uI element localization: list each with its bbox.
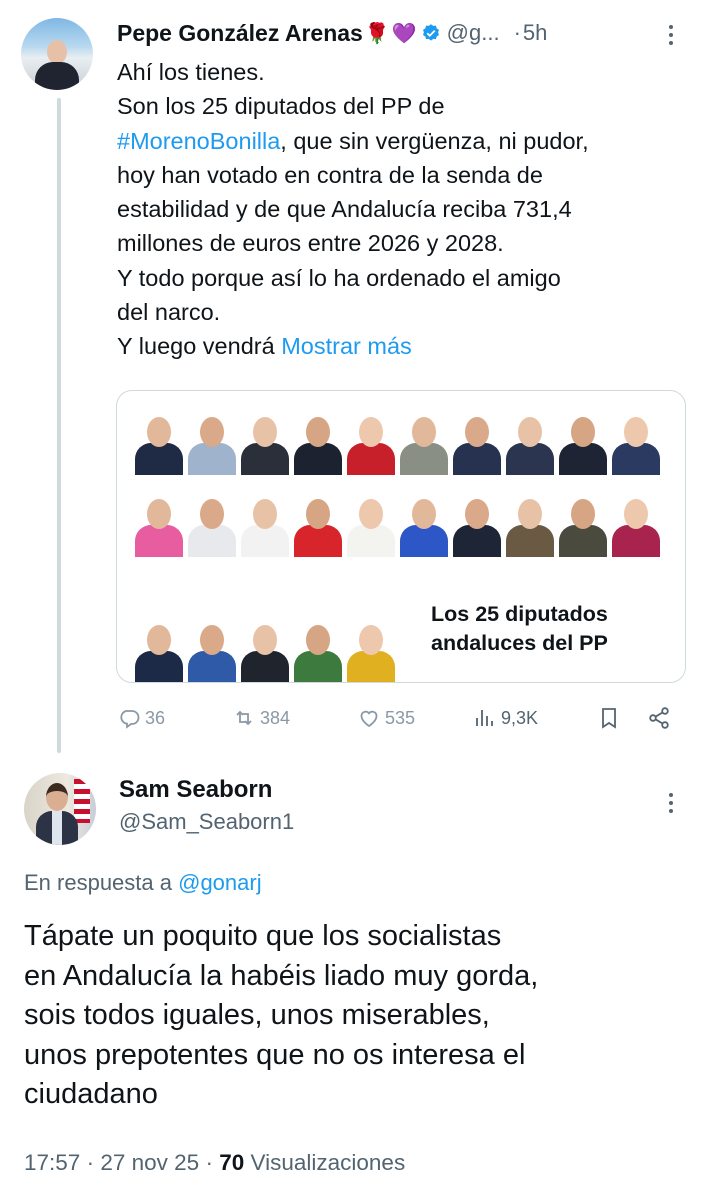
reply-text: Tápate un poquito que los socialistas en… [24,917,694,1115]
portrait-thumbnail [504,493,556,557]
portrait-thumbnail [557,493,609,557]
separator-dot: · [513,20,521,45]
tweet-text-line: hoy han votado en contra de la senda de [117,161,543,188]
tweet-text-fragment: Y luego vendrá [117,333,282,360]
reply-to-handle-link[interactable]: @gonarj [178,870,262,895]
reply-date[interactable]: 27 nov 25 [100,1150,199,1175]
heart-icon [360,710,378,728]
reply-text-line: Tápate un poquito que los socialistas [24,920,502,952]
more-options-icon[interactable] [664,790,678,816]
views-label: Visualizaciones [250,1150,406,1175]
portrait-thumbnail [504,411,556,475]
share-button[interactable] [647,703,671,733]
like-button[interactable]: 535 [357,703,415,733]
reply-author-name[interactable]: Sam Seaborn [119,776,272,804]
tweet-text-line: millones de euros entre 2026 y 2028. [117,230,504,257]
tweet-text-line: Son los 25 diputados del PP de [117,93,445,120]
tweet-text-line: Y todo porque así lo ha ordenado el amig… [117,264,561,291]
reply-text-line: sois todos iguales, unos miserables, [24,999,490,1031]
views-number: 70 [219,1150,245,1175]
tweet-text-line: Ahí los tienes. [117,59,265,85]
portrait-thumbnail [186,493,238,557]
reply-prefix: En respuesta a [24,870,179,895]
tweet-time[interactable]: 5h [523,20,547,46]
portrait-thumbnail [239,619,291,682]
separator-dot: · [86,1150,95,1175]
portrait-thumbnail [398,411,450,475]
portrait-thumbnail [451,493,503,557]
portrait-thumbnail [292,619,344,682]
tweet-text-line: #MorenoBonilla, que sin vergüenza, ni pu… [117,124,692,158]
tweet-header: Pepe González Arenas 🌹 💜 @g... · 5h [117,19,547,47]
card-title: Los 25 diputados andaluces del PP [431,600,608,658]
tweet-actions: 36 384 535 9,3K [117,703,677,733]
like-count: 535 [385,707,416,728]
reply-button[interactable]: 36 [117,703,165,733]
card-title-line: andaluces del PP [431,631,608,655]
portrait-thumbnail [133,493,185,557]
portrait-thumbnail [345,411,397,475]
tweet-text-fragment: , que sin vergüenza, ni pudor, [280,127,589,154]
hashtag-link[interactable]: #MorenoBonilla [117,128,280,154]
portrait-thumbnail [133,619,185,682]
portrait-thumbnail [239,493,291,557]
portrait-thumbnail [451,411,503,475]
share-icon [649,707,669,729]
thread-connector-line [57,98,61,753]
tweet-text-line: Y luego vendrá Mostrar más [117,329,692,363]
reply-text-line: en Andalucía la habéis liado muy gorda, [24,959,539,992]
portrait-thumbnail [557,411,609,475]
show-more-link[interactable]: Mostrar más [281,333,412,359]
portrait-thumbnail [239,411,291,475]
bookmark-button[interactable] [597,703,621,733]
card-title-line: Los 25 diputados [431,602,608,626]
rose-emoji: 🌹 [364,22,390,45]
purple-heart-emoji: 💜 [391,22,417,45]
bookmark-icon [602,708,616,729]
portrait-thumbnail [292,493,344,557]
reply-icon [120,710,140,729]
reply-author-avatar[interactable] [24,773,96,845]
portrait-thumbnail [186,411,238,475]
views-button[interactable]: 9,3K [473,703,538,733]
reply-time[interactable]: 17:57 [24,1150,80,1175]
repost-button[interactable]: 384 [232,703,290,733]
reply-count: 36 [145,707,166,728]
tweet-text: Ahí los tienes. Son los 25 diputados del… [117,55,692,364]
portrait-thumbnail [345,619,397,682]
reply-meta: 17:57 · 27 nov 25 · 70 Visualizaciones [24,1150,405,1176]
author-avatar[interactable] [21,18,93,90]
reply-author-handle[interactable]: @Sam_Seaborn1 [119,809,294,835]
repost-icon [236,710,252,726]
portrait-thumbnail [133,411,185,475]
portrait-thumbnail [292,411,344,475]
verified-badge-icon [421,23,441,43]
reply-text-line: unos prepotentes que no os interesa el [24,1038,526,1071]
media-card[interactable]: Los 25 diputados andaluces del PP [116,390,686,683]
reply-context: En respuesta a @gonarj [24,870,262,896]
portrait-thumbnail [186,619,238,682]
author-name[interactable]: Pepe González Arenas [117,20,363,47]
portrait-thumbnail [610,493,662,557]
views-count: 9,3K [501,707,539,728]
separator-dot: · [205,1150,213,1175]
portrait-thumbnail [345,493,397,557]
portrait-thumbnail [398,493,450,557]
more-options-icon[interactable] [664,22,678,48]
portrait-thumbnail [610,411,662,475]
tweet-text-line: estabilidad y de que Andalucía reciba 73… [117,196,572,223]
repost-count: 384 [260,707,291,728]
tweet-text-line: del narco. [117,299,221,326]
author-handle[interactable]: @g... [447,20,500,46]
views-chart-icon [476,710,493,726]
reply-text-line: ciudadano [24,1078,158,1110]
